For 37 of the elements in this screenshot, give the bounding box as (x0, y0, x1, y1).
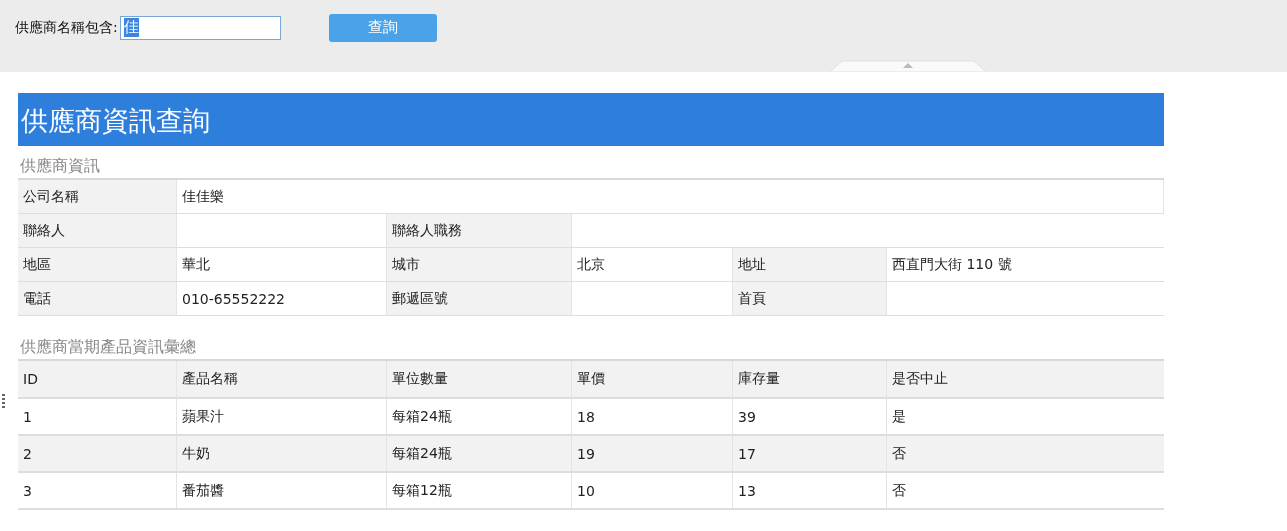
table-cell: 17 (733, 436, 887, 473)
field-value-cell: 華北 (177, 248, 387, 282)
column-header: ID (18, 361, 177, 399)
table-cell: 10 (572, 473, 733, 510)
field-label-cell: 首頁 (733, 282, 887, 316)
table-cell: 否 (887, 473, 1164, 510)
report-title: 供應商資訊查詢 (18, 93, 1164, 146)
table-cell: 番茄醬 (177, 473, 387, 510)
column-header: 是否中止 (887, 361, 1164, 399)
table-cell: 牛奶 (177, 436, 387, 473)
field-value-cell: 010-65552222 (177, 282, 387, 316)
search-label: 供應商名稱包含: (15, 18, 118, 37)
field-label-cell: 地址 (733, 248, 887, 282)
field-label-cell: 公司名稱 (18, 180, 177, 214)
field-label-cell: 城市 (387, 248, 572, 282)
table-cell: 每箱24瓶 (387, 436, 572, 473)
field-label-cell: 郵遞區號 (387, 282, 572, 316)
table-cell: 否 (887, 436, 1164, 473)
field-label-cell: 電話 (18, 282, 177, 316)
field-value-cell: 北京 (572, 248, 733, 282)
column-header: 庫存量 (733, 361, 887, 399)
collapse-handle[interactable] (830, 60, 986, 72)
table-cell: 19 (572, 436, 733, 473)
table-cell: 2 (18, 436, 177, 473)
field-label-cell: 地區 (18, 248, 177, 282)
query-button[interactable]: 查詢 (328, 13, 437, 42)
table-cell: 13 (733, 473, 887, 510)
splitter-grip-icon[interactable] (2, 394, 5, 408)
field-label-cell: 聯絡人職務 (387, 214, 572, 248)
table-cell: 每箱12瓶 (387, 473, 572, 510)
search-field[interactable]: 佳 (119, 15, 281, 40)
field-label-cell: 聯絡人 (18, 214, 177, 248)
field-value-cell: 佳佳樂 (177, 180, 1164, 214)
table-cell: 3 (18, 473, 177, 510)
column-header: 單位數量 (387, 361, 572, 399)
column-header: 單價 (572, 361, 733, 399)
column-header: 產品名稱 (177, 361, 387, 399)
